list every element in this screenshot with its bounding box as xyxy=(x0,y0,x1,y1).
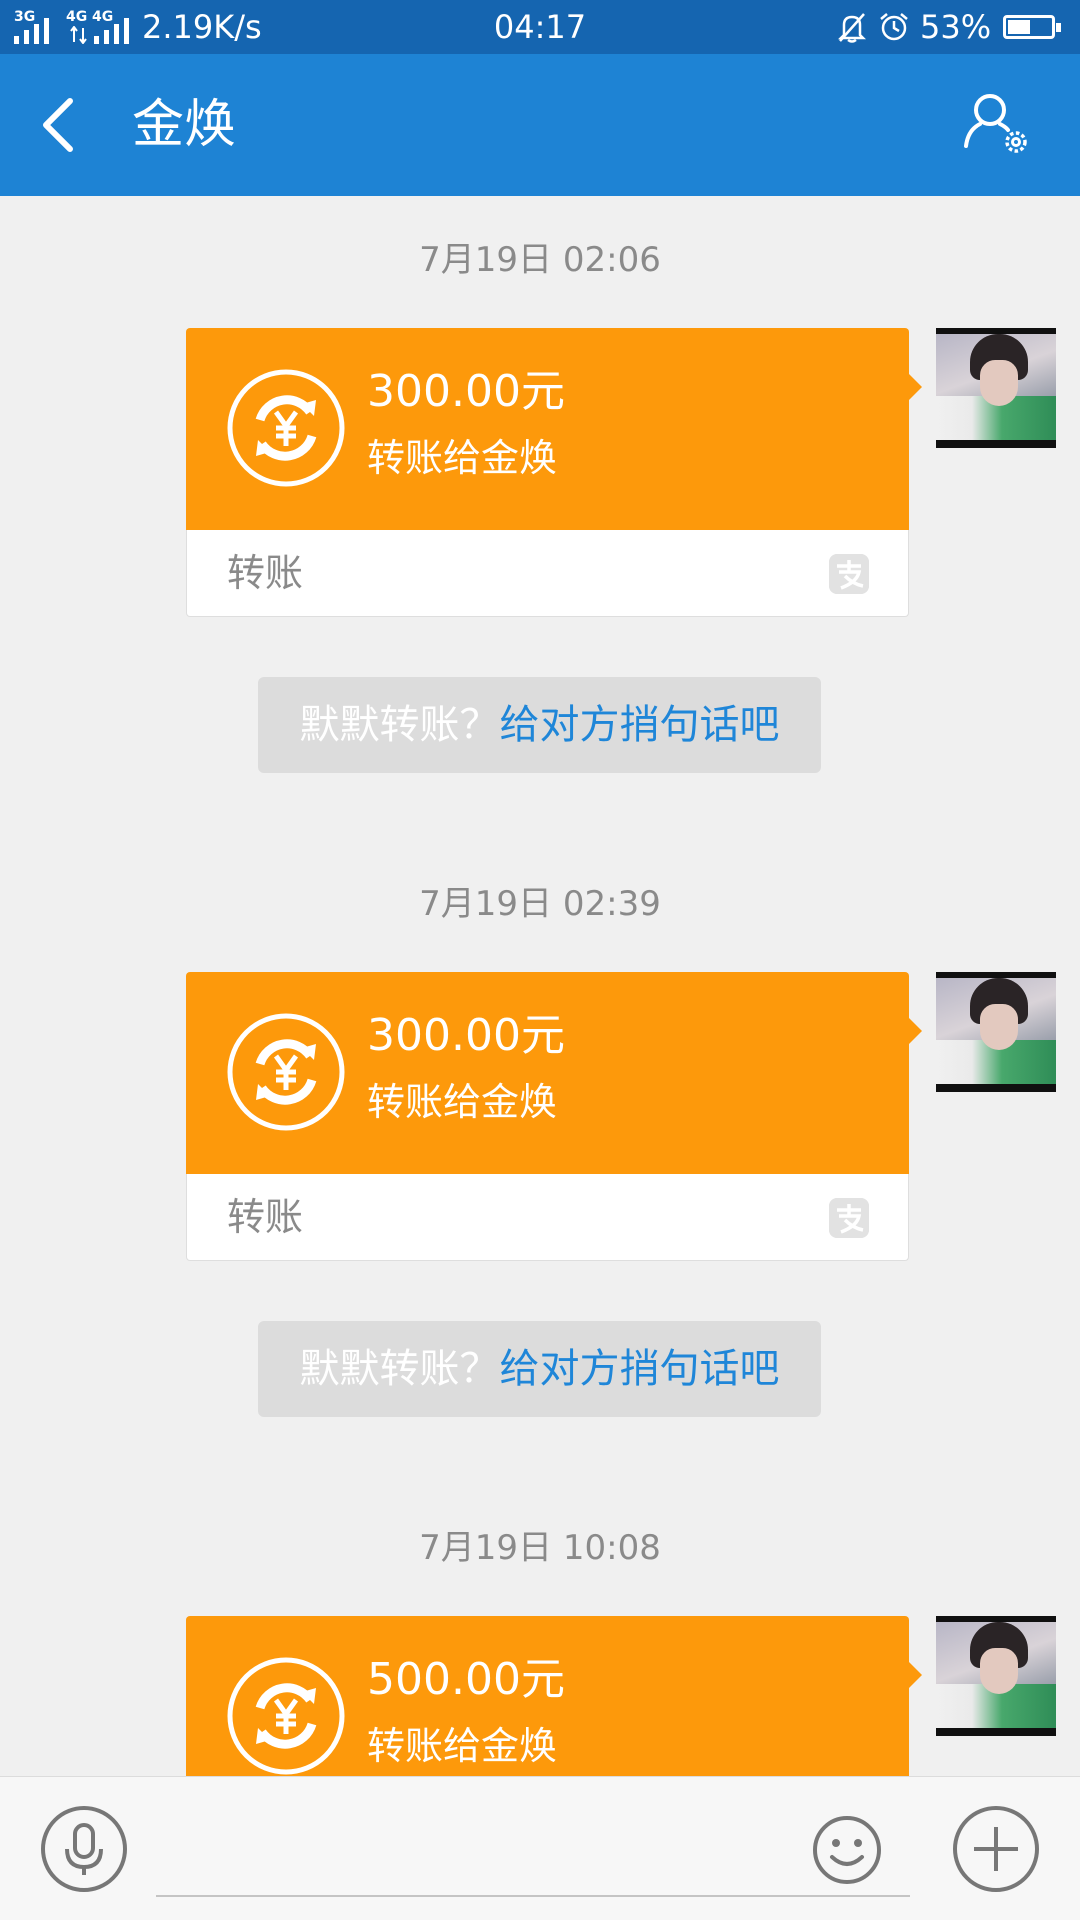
chevron-left-icon xyxy=(43,98,73,152)
transfer-description: 转账给金焕 xyxy=(367,1080,558,1124)
transfer-card[interactable]: 300.00元 转账给金焕 转账 xyxy=(186,972,922,1261)
transfer-amount: 300.00元 xyxy=(367,1010,565,1061)
transfer-card-top: 500.00元 转账给金焕 xyxy=(186,1616,909,1776)
emoji-button[interactable] xyxy=(812,1815,882,1885)
back-button[interactable] xyxy=(30,89,100,161)
battery-tip xyxy=(1056,23,1061,32)
hint-text: 默默转账？ xyxy=(299,1346,500,1392)
battery-percent: 53% xyxy=(920,8,992,46)
message-timestamp: 7月19日 02:39 xyxy=(419,884,661,924)
hint-text: 默默转账？ xyxy=(299,702,500,748)
hint-link[interactable]: 给对方捎句话吧 xyxy=(500,702,780,748)
avatar-photo xyxy=(936,978,1056,1084)
transfer-card[interactable]: 300.00元 转账给金焕 转账 xyxy=(186,328,922,617)
profile-settings-button[interactable] xyxy=(960,90,1040,162)
message-input[interactable] xyxy=(156,1797,910,1897)
alarm-clock-icon xyxy=(880,13,908,41)
message-timestamp: 7月19日 10:08 xyxy=(419,1528,661,1568)
more-options-button[interactable] xyxy=(952,1805,1040,1893)
transfer-amount: 500.00元 xyxy=(367,1654,565,1705)
avatar-photo xyxy=(936,1622,1056,1728)
alipay-icon xyxy=(829,554,869,594)
voice-input-button[interactable] xyxy=(40,1805,128,1893)
avatar-face xyxy=(980,360,1018,406)
transfer-card-top: 300.00元 转账给金焕 xyxy=(186,328,909,530)
transfer-hint: 默默转账？给对方捎句话吧 xyxy=(258,1321,821,1417)
avatar-face xyxy=(980,1648,1018,1694)
status-time: 04:17 xyxy=(493,8,587,46)
transfer-hint: 默默转账？给对方捎句话吧 xyxy=(258,677,821,773)
microphone-icon xyxy=(41,1806,127,1892)
avatar[interactable] xyxy=(936,1616,1056,1736)
avatar[interactable] xyxy=(936,328,1056,448)
bell-muted-icon xyxy=(837,13,867,43)
transfer-card-top: 300.00元 转账给金焕 xyxy=(186,972,909,1174)
transfer-card-footer: 转账 xyxy=(186,530,909,617)
transfer-card[interactable]: 500.00元 转账给金焕 xyxy=(186,1616,922,1776)
transfer-type-label: 转账 xyxy=(227,551,304,595)
bubble-pointer xyxy=(908,373,922,401)
alipay-icon xyxy=(829,1198,869,1238)
smiley-icon xyxy=(813,1816,881,1884)
plus-icon xyxy=(953,1806,1039,1892)
battery-level xyxy=(1008,20,1030,34)
chat-title: 金焕 xyxy=(132,95,237,155)
avatar-photo xyxy=(936,334,1056,440)
user-gear-icon xyxy=(964,94,1027,153)
avatar-face xyxy=(980,1004,1018,1050)
hint-link[interactable]: 给对方捎句话吧 xyxy=(500,1346,780,1392)
transfer-description: 转账给金焕 xyxy=(367,1724,558,1768)
battery-icon xyxy=(1003,15,1061,39)
title-bar: 金焕 xyxy=(0,54,1080,196)
input-bar xyxy=(0,1776,1080,1920)
status-bar: 3G 4G 4G 2.19K/s 04:17 53% xyxy=(0,0,1080,54)
bubble-pointer xyxy=(908,1661,922,1689)
transfer-description: 转账给金焕 xyxy=(367,436,558,480)
yuan-exchange-icon xyxy=(227,1657,345,1775)
yuan-exchange-icon xyxy=(227,369,345,487)
transfer-amount: 300.00元 xyxy=(367,366,565,417)
yuan-exchange-icon xyxy=(227,1013,345,1131)
avatar[interactable] xyxy=(936,972,1056,1092)
bubble-pointer xyxy=(908,1017,922,1045)
message-timestamp: 7月19日 02:06 xyxy=(419,240,661,280)
transfer-card-footer: 转账 xyxy=(186,1174,909,1261)
transfer-type-label: 转账 xyxy=(227,1195,304,1239)
